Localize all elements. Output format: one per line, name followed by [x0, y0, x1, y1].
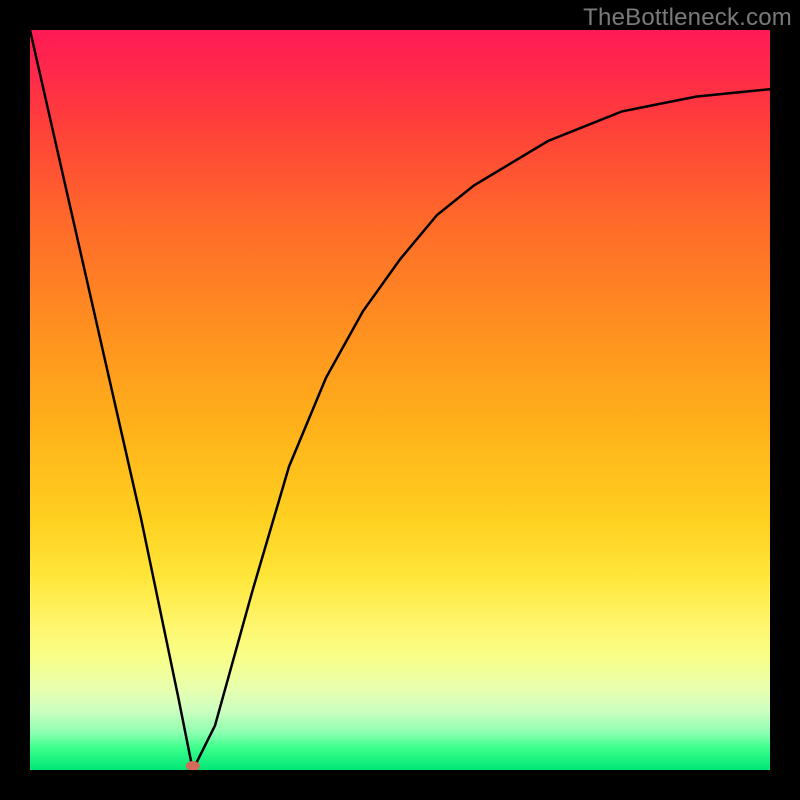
curve-layer — [30, 30, 770, 770]
chart-frame: TheBottleneck.com — [0, 0, 800, 800]
bottleneck-curve — [30, 30, 770, 770]
watermark-text: TheBottleneck.com — [583, 4, 792, 32]
plot-area — [30, 30, 770, 770]
